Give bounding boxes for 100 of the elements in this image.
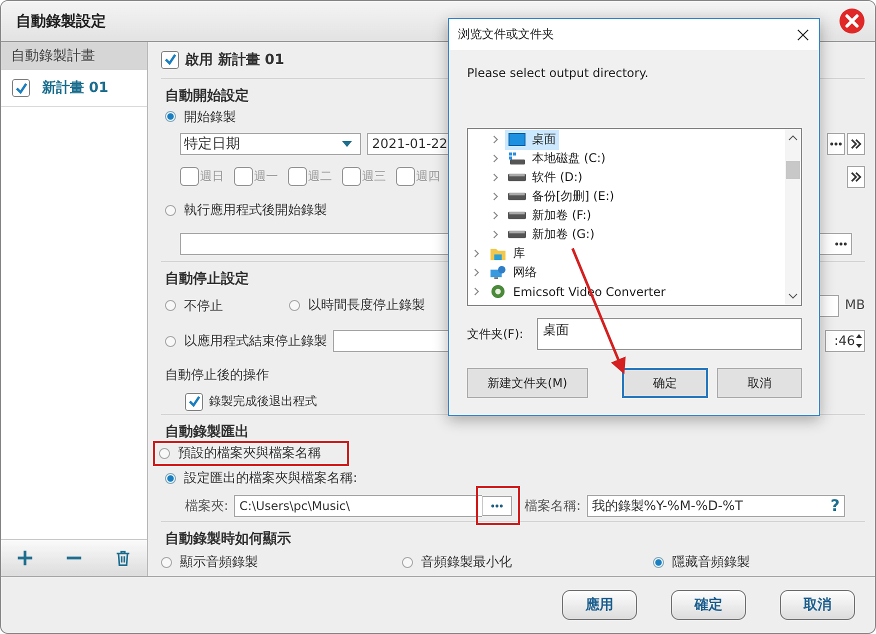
monitor-icon <box>508 132 526 147</box>
tree-item[interactable]: 新加卷 (G:) <box>505 224 598 244</box>
tree-item[interactable]: 本地磁盘 (C:) <box>505 148 609 168</box>
checkbox[interactable] <box>185 392 203 411</box>
weekday-checkbox[interactable] <box>234 167 253 186</box>
expand-button[interactable] <box>847 166 865 188</box>
section-title: 自動錄製時如何顯示 <box>164 530 291 548</box>
filename-label: 檔案名稱: <box>524 498 581 515</box>
tree-item[interactable]: 桌面 <box>505 130 559 150</box>
annotation-frame <box>476 486 520 525</box>
drive-icon <box>508 151 526 166</box>
checkbox[interactable] <box>161 50 179 69</box>
scrollbar[interactable] <box>785 129 801 305</box>
sidebar-header: 自動錄製計畫 <box>1 42 147 70</box>
tree-item[interactable]: 新加卷 (F:) <box>505 206 594 226</box>
option-label: 音頻錄製最小化 <box>421 554 512 572</box>
section-title: 自動錄製匯出 <box>164 422 249 441</box>
option-label: 設定匯出的檔案夾與檔案名稱: <box>184 470 358 488</box>
more-icon <box>830 142 842 146</box>
help-button[interactable]: ? <box>830 496 840 516</box>
scroll-thumb[interactable] <box>786 161 800 179</box>
option-label: 執行應用程式後開始錄製 <box>184 202 327 220</box>
enable-plan-label: 啟用 新計畫 01 <box>185 50 284 69</box>
trash-icon[interactable] <box>114 549 132 567</box>
option-label: 錄製完成後退出程式 <box>209 393 317 410</box>
subsection-label: 自動停止後的操作 <box>165 366 269 384</box>
expand-chevron-icon[interactable] <box>473 268 480 277</box>
unit-label: MB <box>844 298 865 314</box>
radio-button[interactable] <box>165 472 176 484</box>
caret-icon <box>342 141 352 148</box>
option-label: 以應用程式結束停止錄製 <box>184 333 327 350</box>
radio-button[interactable] <box>165 111 176 122</box>
radio-button[interactable] <box>161 556 172 568</box>
checkbox[interactable] <box>12 79 30 97</box>
section-title: 自動停止設定 <box>164 270 249 288</box>
dialog-button[interactable]: 取消 <box>717 368 802 398</box>
time-spinner[interactable]: :46 <box>825 330 865 352</box>
option-label: 顯示音頻錄製 <box>180 554 258 572</box>
browse-button[interactable] <box>482 496 512 516</box>
app-icon <box>489 284 507 299</box>
expand-chevron-icon[interactable] <box>492 154 499 163</box>
section-title: 自動開始設定 <box>164 86 249 105</box>
expand-chevron-icon[interactable] <box>492 211 499 220</box>
radio-button[interactable] <box>165 204 176 216</box>
option-label: 不停止 <box>184 298 223 315</box>
schedule-dropdown[interactable]: 特定日期 <box>180 133 361 156</box>
double-chevron-icon <box>850 138 862 150</box>
weekday-label: 週二 <box>308 168 332 186</box>
window-title: 自動錄製設定 <box>16 12 106 30</box>
double-chevron-icon <box>850 170 862 183</box>
weekday-checkbox[interactable] <box>180 167 199 186</box>
dialog-button[interactable]: 确定 <box>622 368 708 398</box>
tree-item[interactable]: 软件 (D:) <box>505 168 586 188</box>
radio-button[interactable] <box>165 336 176 347</box>
weekday-checkbox[interactable] <box>288 167 307 186</box>
radio-button[interactable] <box>159 448 170 459</box>
tree-item[interactable]: 库 <box>486 244 528 264</box>
radio-button[interactable] <box>402 556 413 568</box>
weekday-label: 週日 <box>200 168 224 186</box>
option-label: 預設的檔案夾與檔案名稱 <box>178 445 321 462</box>
more-icon[interactable] <box>835 242 847 246</box>
filename-field[interactable]: 我的錄製%Y-%M-%D-%T ? <box>586 494 845 517</box>
radio-button[interactable] <box>289 300 300 312</box>
folder-label: 文件夹(F): <box>467 326 524 342</box>
expand-chevron-icon[interactable] <box>492 192 499 201</box>
close-icon[interactable] <box>797 28 809 40</box>
scroll-down-icon[interactable] <box>788 293 798 299</box>
folder-icon <box>489 246 507 261</box>
weekday-label: 週三 <box>362 168 386 186</box>
radio-button[interactable] <box>653 556 664 568</box>
folder-field[interactable]: 桌面 <box>537 318 802 350</box>
expand-chevron-icon[interactable] <box>492 173 499 182</box>
tree-item[interactable]: 备份[勿删] (E:) <box>505 186 618 206</box>
more-icon <box>491 504 504 508</box>
dialog-button[interactable]: 新建文件夹(M) <box>467 368 588 398</box>
scroll-up-icon[interactable] <box>788 135 798 141</box>
dialog-prompt: Please select output directory. <box>467 66 650 82</box>
network-icon <box>489 265 507 280</box>
add-icon[interactable] <box>16 549 34 567</box>
radio-button[interactable] <box>165 300 176 312</box>
expand-button[interactable] <box>847 133 865 156</box>
expand-chevron-icon[interactable] <box>492 135 499 144</box>
more-button[interactable] <box>827 133 845 156</box>
tree-item[interactable]: 网络 <box>486 262 540 282</box>
expand-chevron-icon[interactable] <box>492 230 499 239</box>
plan-item[interactable]: 新計畫 01 <box>42 79 108 97</box>
dialog-title: 浏览文件或文件夹 <box>458 26 554 43</box>
option-label: 開始錄製 <box>184 108 236 126</box>
footer-button[interactable]: 應用 <box>562 590 637 620</box>
weekday-checkbox[interactable] <box>396 167 415 186</box>
option-label: 隱藏音頻錄製 <box>672 554 750 572</box>
expand-chevron-icon[interactable] <box>473 249 480 258</box>
folder-label: 檔案夾: <box>185 498 228 515</box>
option-label: 以時間長度停止錄製 <box>308 298 426 313</box>
footer-button[interactable]: 取消 <box>780 590 855 620</box>
footer-button[interactable]: 確定 <box>671 590 746 620</box>
expand-chevron-icon[interactable] <box>473 287 480 296</box>
folder-field[interactable]: C:\Users\pc\Music\ <box>234 494 482 517</box>
weekday-checkbox[interactable] <box>342 167 361 186</box>
weekday-label: 週一 <box>254 168 278 186</box>
